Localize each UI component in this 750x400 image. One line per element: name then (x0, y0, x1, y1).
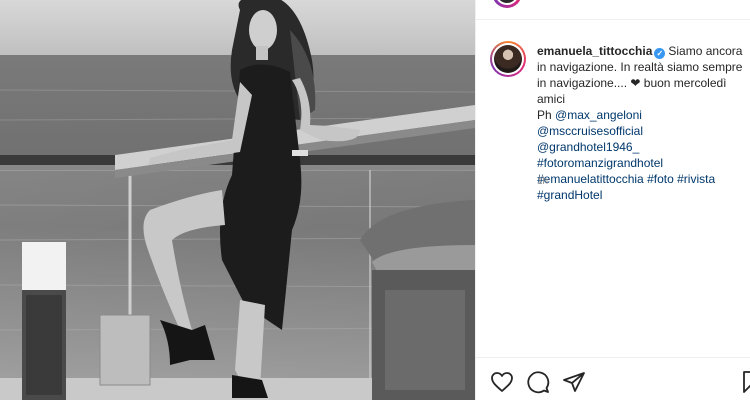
instagram-post: emanuela_tittocchia ✓ Siamo ancora in navi… (0, 0, 750, 400)
hashtag-link[interactable]: #fotoromanzigrandhotel (537, 155, 747, 171)
caption-text-block: emanuela_tittocchia ✓ Siamo ancora in navi… (537, 43, 747, 203)
mention-link[interactable]: @max_angeloni (555, 108, 642, 122)
ph-prefix: Ph (537, 108, 552, 122)
comment-button[interactable] (526, 370, 550, 394)
mention-link[interactable]: @grandhotel1946_ (537, 139, 747, 155)
photo-image (0, 0, 475, 400)
hashtag-link[interactable]: #grandHotel (537, 187, 747, 203)
timestamp[interactable]: 1h (537, 176, 548, 187)
avatar[interactable] (490, 41, 526, 77)
username-link[interactable]: emanuela_tittocchia (537, 44, 652, 58)
actions-divider (476, 357, 750, 358)
post-photo[interactable] (0, 0, 475, 400)
comment-icon (527, 371, 550, 394)
verified-badge-icon: ✓ (654, 48, 666, 59)
hashtag-link[interactable]: #rivista (677, 172, 715, 186)
share-button[interactable] (562, 370, 586, 394)
credit-line: Ph @max_angeloni (537, 107, 747, 123)
like-button[interactable] (490, 370, 514, 394)
action-bar (490, 370, 750, 394)
post-side-panel: emanuela_tittocchia ✓ Siamo ancora in navi… (475, 0, 750, 400)
bookmark-icon (743, 371, 750, 393)
header-avatar[interactable] (492, 0, 522, 8)
mention-link[interactable]: @msccruisesofficial (537, 123, 747, 139)
hashtag-line: #emanuelatittocchia #foto #rivista (537, 171, 747, 187)
save-button[interactable] (739, 370, 750, 394)
hashtag-link[interactable]: #foto (647, 172, 674, 186)
header-divider (476, 19, 750, 20)
hashtag-link[interactable]: #emanuelatittocchia (537, 172, 644, 186)
heart-icon (491, 372, 513, 392)
send-icon (563, 372, 585, 392)
